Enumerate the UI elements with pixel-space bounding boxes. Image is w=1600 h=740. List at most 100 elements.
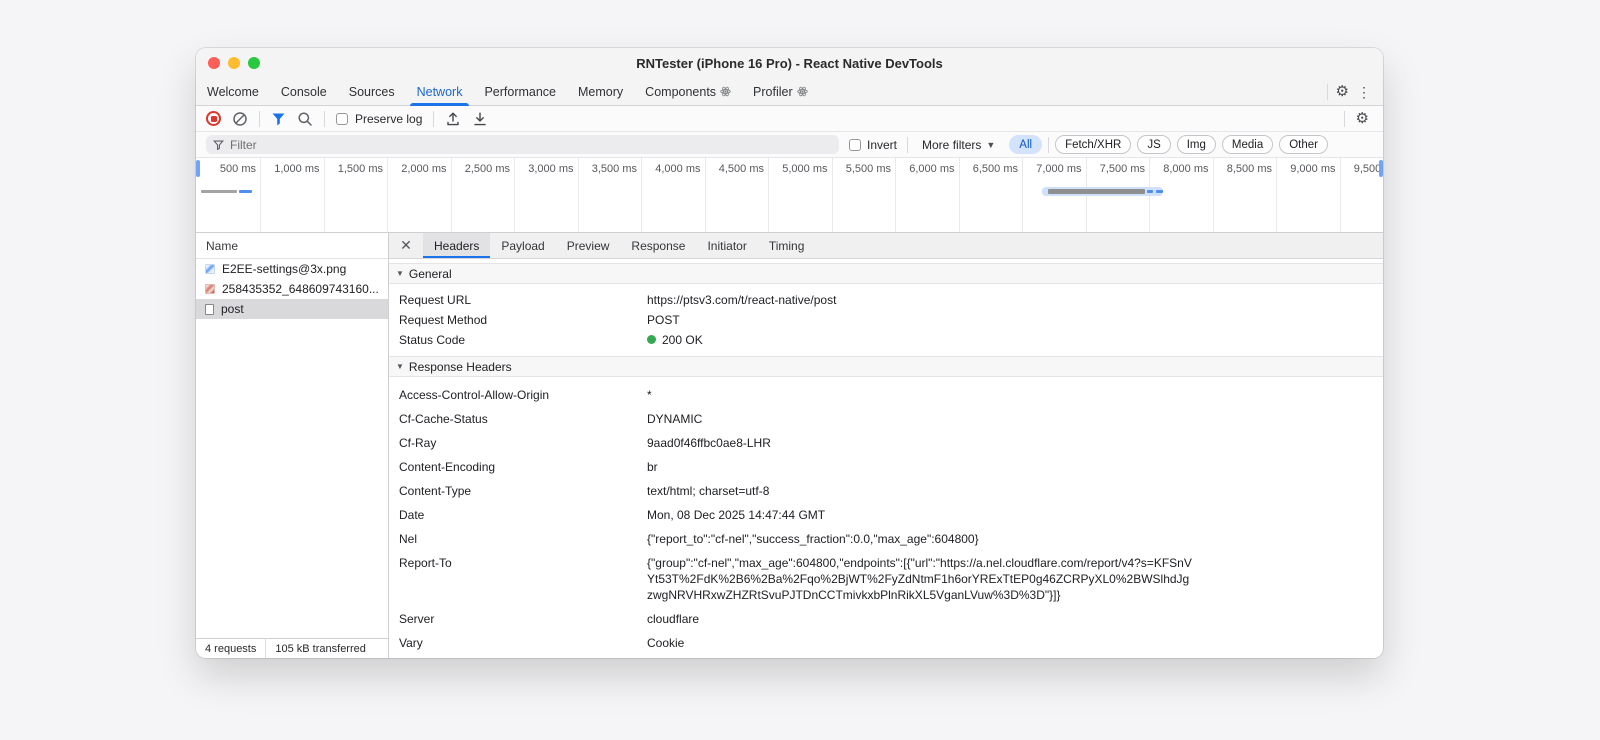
tab-console[interactable]: Console xyxy=(270,78,338,105)
close-details-icon[interactable]: ✕ xyxy=(389,233,423,258)
more-filters-dropdown[interactable]: More filters ▼ xyxy=(918,138,999,152)
timeline-tick-label: 1,000 ms xyxy=(274,163,320,175)
network-overview-timeline[interactable]: 500 ms 1,000 ms 1,500 ms 2,000 ms 2,500 ms 3,… xyxy=(196,158,1383,233)
filter-pill-img[interactable]: Img xyxy=(1176,135,1216,154)
document-icon xyxy=(205,303,214,315)
filter-input[interactable]: Filter xyxy=(206,135,839,154)
separator xyxy=(324,110,325,127)
transferred-size: 105 kB transferred xyxy=(265,639,375,658)
details-tabstrip: ✕ Headers Payload Preview Response Initi… xyxy=(389,233,1383,259)
details-tab-timing[interactable]: Timing xyxy=(758,233,816,258)
waterfall-bar-blue-early xyxy=(239,190,252,193)
invert-label: Invert xyxy=(867,137,898,152)
filter-pill-fetch-xhr[interactable]: Fetch/XHR xyxy=(1055,135,1132,154)
react-atom-icon xyxy=(796,86,808,97)
details-tab-preview[interactable]: Preview xyxy=(556,233,621,258)
active-tab-underline xyxy=(409,103,470,106)
details-tab-payload[interactable]: Payload xyxy=(490,233,555,258)
import-har-icon[interactable] xyxy=(445,111,461,127)
timeline-tick-label: 2,500 ms xyxy=(464,163,510,175)
filter-placeholder: Filter xyxy=(230,137,257,152)
tab-performance[interactable]: Performance xyxy=(473,78,567,105)
timeline-tick-label: 9,500 ms xyxy=(1353,163,1383,175)
desktop-background: RNTester (iPhone 16 Pro) - React Native … xyxy=(0,0,1600,740)
header-row: Cf-Cache-Status DYNAMIC xyxy=(399,412,703,426)
general-section-body: Request URL https://ptsv3.com/t/react-na… xyxy=(389,284,1383,356)
image-thumbnail-icon xyxy=(205,264,215,274)
tab-network[interactable]: Network xyxy=(406,78,474,106)
disclosure-triangle-icon: ▼ xyxy=(396,362,404,371)
disclosure-triangle-icon: ▼ xyxy=(396,269,404,278)
invert-checkbox[interactable] xyxy=(849,138,861,151)
devtools-tabbar: Welcome Console Sources Network Performa… xyxy=(196,78,1383,106)
network-summary-bar: 4 requests 105 kB transferred xyxy=(196,638,388,658)
filter-pill-other[interactable]: Other xyxy=(1279,135,1328,154)
tab-sources[interactable]: Sources xyxy=(338,78,406,105)
separator xyxy=(1048,136,1050,153)
timeline-tick-label: 9,000 ms xyxy=(1290,163,1336,175)
timeline-tick-label: 6,000 ms xyxy=(909,163,955,175)
details-tab-response[interactable]: Response xyxy=(620,233,696,258)
waterfall-dash-blue-2 xyxy=(1156,190,1163,193)
kebab-menu-icon[interactable]: ⋮ xyxy=(1357,85,1371,99)
timeline-tick-label: 500 ms xyxy=(219,163,256,175)
timeline-tick-label: 2,000 ms xyxy=(401,163,447,175)
header-row: Request URL https://ptsv3.com/t/react-na… xyxy=(399,293,837,307)
timeline-tick-label: 6,500 ms xyxy=(972,163,1018,175)
waterfall-bar-gray-post xyxy=(1048,189,1145,194)
waterfall-bar-gray-early xyxy=(201,190,237,193)
chevron-down-icon: ▼ xyxy=(986,139,996,150)
name-column-header[interactable]: Name xyxy=(196,233,388,259)
tab-memory[interactable]: Memory xyxy=(567,78,634,105)
timeline-tick-label: 5,000 ms xyxy=(782,163,828,175)
filter-bar: Filter Invert More filters ▼ All Fetch/X… xyxy=(196,132,1383,158)
details-tab-headers[interactable]: Headers xyxy=(423,233,491,258)
request-row-post[interactable]: post xyxy=(196,299,388,319)
record-stop-button[interactable] xyxy=(206,111,221,126)
header-row: Nel {"report_to":"cf-nel","success_fract… xyxy=(399,532,979,546)
overview-left-grip[interactable] xyxy=(196,160,200,177)
export-har-icon[interactable] xyxy=(472,111,488,127)
timeline-tick-label: 5,500 ms xyxy=(845,163,891,175)
titlebar: RNTester (iPhone 16 Pro) - React Native … xyxy=(196,48,1383,78)
header-row: Content-Type text/html; charset=utf-8 xyxy=(399,484,770,498)
search-icon[interactable] xyxy=(297,111,313,127)
request-list-panel: Name E2EE-settings@3x.png 258435352_6486… xyxy=(196,233,389,658)
timeline-tick-label: 3,000 ms xyxy=(528,163,574,175)
filter-pill-all[interactable]: All xyxy=(1009,135,1043,154)
header-row: Server cloudflare xyxy=(399,612,700,626)
window-title: RNTester (iPhone 16 Pro) - React Native … xyxy=(636,55,943,71)
overview-right-grip[interactable] xyxy=(1379,160,1383,177)
settings-gear-icon[interactable]: ⚙ xyxy=(1336,84,1349,99)
filter-pill-js[interactable]: JS xyxy=(1137,135,1171,154)
requests-count: 4 requests xyxy=(205,642,257,655)
filter-pill-media[interactable]: Media xyxy=(1221,135,1274,154)
response-headers-section-header[interactable]: ▼ Response Headers xyxy=(389,356,1383,377)
separator xyxy=(1326,83,1328,100)
timeline-tick-label: 4,500 ms xyxy=(718,163,764,175)
request-row-258435352[interactable]: 258435352_648609743160... xyxy=(196,279,388,299)
timeline-tick-label: 7,000 ms xyxy=(1036,163,1082,175)
timeline-tick-label: 1,500 ms xyxy=(337,163,383,175)
tab-components[interactable]: Components xyxy=(634,78,742,105)
header-row: Status Code 200 OK xyxy=(399,333,703,347)
clear-network-log-icon[interactable] xyxy=(232,111,248,127)
header-row: Vary Cookie xyxy=(399,636,685,650)
headers-scroll-area[interactable]: ▼ General Request URL https://ptsv3.com/… xyxy=(389,259,1383,658)
filter-toggle-icon[interactable] xyxy=(271,112,286,126)
network-toolbar: Preserve log ⚙ xyxy=(196,106,1383,132)
details-tab-initiator[interactable]: Initiator xyxy=(696,233,757,258)
tab-profiler[interactable]: Profiler xyxy=(742,78,819,105)
header-row: Access-Control-Allow-Origin * xyxy=(399,388,652,402)
timeline-tick-label: 8,500 ms xyxy=(1226,163,1272,175)
tab-welcome[interactable]: Welcome xyxy=(196,78,270,105)
preserve-log-checkbox[interactable] xyxy=(336,112,348,125)
general-section-header[interactable]: ▼ General xyxy=(389,263,1383,284)
request-row-e2ee-settings[interactable]: E2EE-settings@3x.png xyxy=(196,259,388,279)
network-content: Name E2EE-settings@3x.png 258435352_6486… xyxy=(196,233,1383,658)
timeline-tick-label: 4,000 ms xyxy=(655,163,701,175)
header-row: Report-To {"group":"cf-nel","max_age":60… xyxy=(399,556,1192,602)
header-row: Cf-Ray 9aad0f46ffbc0ae8-LHR xyxy=(399,436,771,450)
network-settings-gear-icon[interactable]: ⚙ xyxy=(1356,111,1369,126)
header-row: Request Method POST xyxy=(399,313,680,327)
